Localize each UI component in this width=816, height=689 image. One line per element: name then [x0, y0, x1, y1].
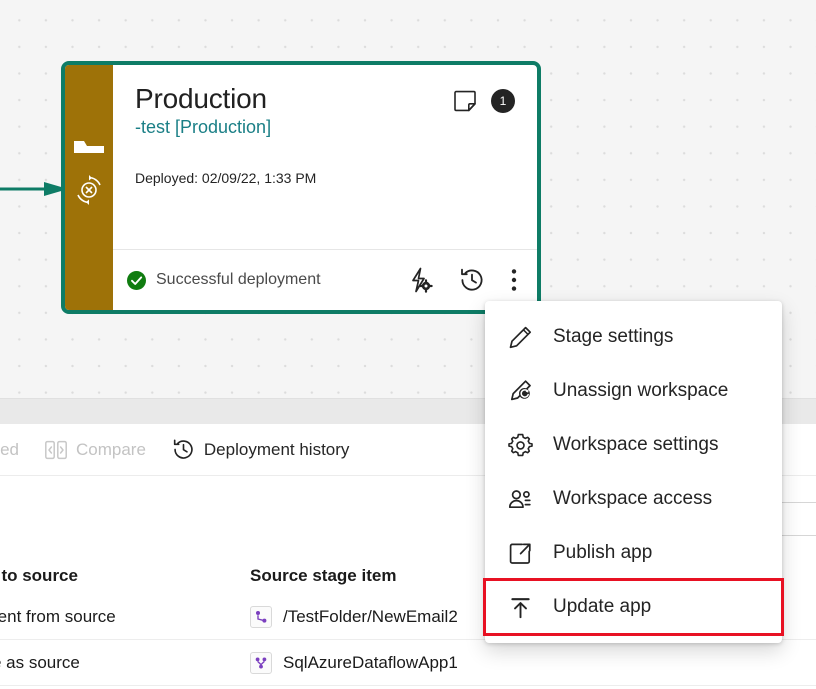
workspace-link[interactable]: -test [Production] — [135, 117, 515, 138]
table-row[interactable]: e as source SqlAzureDataflowApp1 — [0, 640, 816, 686]
menu-item-publish-app[interactable]: Publish app — [485, 526, 782, 580]
deployment-rules-icon[interactable] — [407, 267, 433, 293]
stage-card-footer-actions — [407, 267, 523, 293]
stage-context-menu: Stage settings Unassign workspace Worksp… — [483, 301, 784, 643]
toolbar-deployment-history[interactable]: Deployment history — [159, 424, 363, 476]
cell-compared-to-source: e as source — [0, 652, 80, 672]
menu-item-label: Publish app — [553, 542, 653, 563]
upload-arrow-icon — [507, 594, 533, 620]
toolbar-unrelated-label: related — [0, 439, 19, 459]
menu-item-label: Stage settings — [553, 326, 674, 347]
deployment-status-label: Successful deployment — [156, 271, 321, 288]
app-root: Production 1 -test [Production] Deployed… — [0, 0, 816, 689]
stage-card-rail — [65, 65, 113, 310]
menu-item-label: Workspace settings — [553, 434, 719, 455]
deployment-history-icon[interactable] — [459, 267, 485, 293]
column-header-compared-to-source: l to source — [0, 566, 78, 585]
menu-item-workspace-access[interactable]: Workspace access — [485, 472, 782, 526]
menu-item-update-app[interactable]: Update app — [483, 578, 784, 636]
cell-compared-to-source: rent from source — [0, 606, 116, 626]
stage-title: Production — [135, 83, 267, 114]
more-options-icon[interactable] — [511, 268, 517, 292]
dataflow-item-icon — [250, 651, 272, 674]
toolbar-compare[interactable]: Compare — [32, 424, 159, 476]
success-check-circle-icon — [127, 270, 146, 290]
pencil-icon — [507, 324, 533, 350]
toolbar-compare-label: Compare — [75, 439, 146, 459]
menu-item-unassign-workspace[interactable]: Unassign workspace — [485, 364, 782, 418]
stage-card-footer: Successful deployment — [113, 249, 537, 310]
stage-card-main: Production 1 -test [Production] Deployed… — [113, 65, 537, 249]
source-item-name: /TestFolder/NewEmail2 — [283, 606, 458, 626]
note-count-badge[interactable]: 1 — [491, 89, 515, 113]
open-external-icon — [507, 540, 533, 566]
unassign-workspace-icon — [507, 378, 533, 404]
compare-icon — [45, 440, 67, 460]
toolbar-history-label: Deployment history — [203, 439, 350, 459]
stage-card-production[interactable]: Production 1 -test [Production] Deployed… — [61, 61, 541, 314]
menu-item-label: Workspace access — [553, 488, 713, 509]
stage-card-body: Production 1 -test [Production] Deployed… — [113, 65, 537, 310]
unassigned-refresh-x-icon — [74, 175, 104, 205]
history-icon — [172, 438, 195, 461]
stage-flag-icon — [74, 137, 104, 155]
menu-item-stage-settings[interactable]: Stage settings — [485, 310, 782, 364]
stage-card-title-row: Production 1 — [135, 83, 515, 115]
stage-card-title-actions: 1 — [453, 83, 515, 113]
menu-item-label: Unassign workspace — [553, 380, 729, 401]
toolbar-show-unrelated[interactable]: related — [0, 424, 32, 476]
gear-icon — [507, 432, 533, 458]
pipeline-connector-arrow — [0, 182, 68, 196]
menu-item-label: Update app — [553, 596, 652, 617]
dataflow-item-icon — [250, 605, 272, 628]
people-icon — [507, 486, 533, 512]
deployment-status: Successful deployment — [127, 270, 407, 290]
menu-item-workspace-settings[interactable]: Workspace settings — [485, 418, 782, 472]
deployed-timestamp: Deployed: 02/09/22, 1:33 PM — [135, 170, 317, 186]
cell-source-stage-item: SqlAzureDataflowApp1 — [250, 651, 816, 674]
sticky-note-icon[interactable] — [453, 89, 477, 113]
source-item-name: SqlAzureDataflowApp1 — [283, 652, 458, 672]
